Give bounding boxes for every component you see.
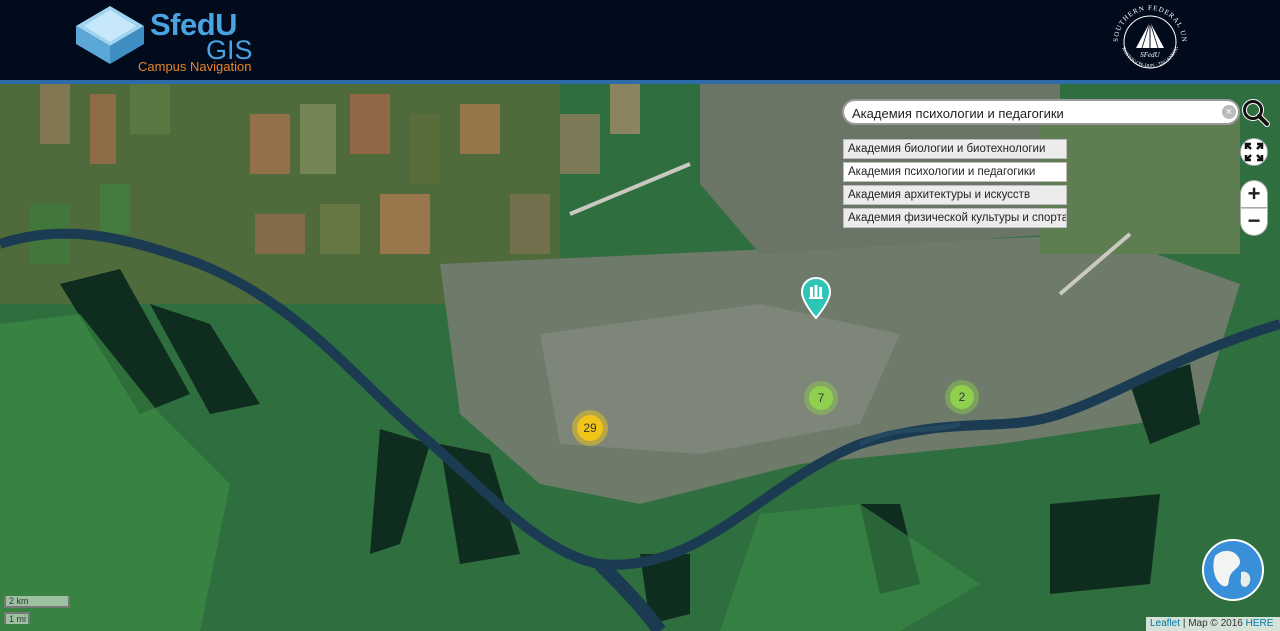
suggestion-item[interactable]: Академия физической культуры и спорта [843,208,1067,228]
marker-cluster-2[interactable]: 2 [945,380,979,414]
attribution-text: | Map © 2016 [1182,618,1243,629]
marker-cluster-7[interactable]: 7 [804,381,838,415]
search-box[interactable]: × [842,99,1240,125]
search-input[interactable] [852,103,1212,123]
zoom-in-button[interactable]: + [1240,180,1268,208]
scale-bar-km: 2 km [4,596,70,608]
map-view[interactable]: 29 7 2 2 km 1 mi [0,84,1280,631]
marker-cluster-29[interactable]: 29 [572,410,608,446]
logo-cube-icon [76,6,144,64]
here-link[interactable]: HERE [1246,618,1274,629]
zoom-out-button[interactable]: − [1240,208,1268,236]
scale-bar-mi: 1 mi [4,612,30,624]
fullscreen-button[interactable] [1240,138,1268,166]
clear-search-button[interactable]: × [1222,105,1236,119]
satellite-terrain [0,84,1280,631]
cluster-count: 29 [577,415,603,441]
university-seal-icon: SOUTHERN FEDERAL UNIVERSITY ROSTOV-ON-DO… [1104,0,1187,69]
suggestion-item[interactable]: Академия психологии и педагогики [843,162,1067,182]
fullscreen-icon [1244,142,1264,162]
app-header: SfedU GIS Campus Navigation SOUTHERN FED… [0,0,1280,80]
map-attribution: Leaflet | Map © 2016 HERE [1146,617,1280,631]
seal-center-text: SFedU [1140,51,1160,59]
globe-icon[interactable] [1201,538,1265,602]
library-icon [809,285,823,299]
app-logo[interactable]: SfedU GIS Campus Navigation [138,8,268,76]
search-suggestions: Академия биологии и биотехнологии Академ… [843,139,1067,231]
search-icon[interactable] [1241,98,1271,128]
suggestion-item[interactable]: Академия биологии и биотехнологии [843,139,1067,159]
leaflet-link[interactable]: Leaflet [1150,618,1180,629]
cluster-count: 7 [809,386,833,410]
cluster-count: 2 [950,385,974,409]
logo-subtitle: Campus Navigation [138,59,252,74]
location-pin[interactable] [800,276,832,320]
suggestion-item[interactable]: Академия архитектуры и искусств [843,185,1067,205]
